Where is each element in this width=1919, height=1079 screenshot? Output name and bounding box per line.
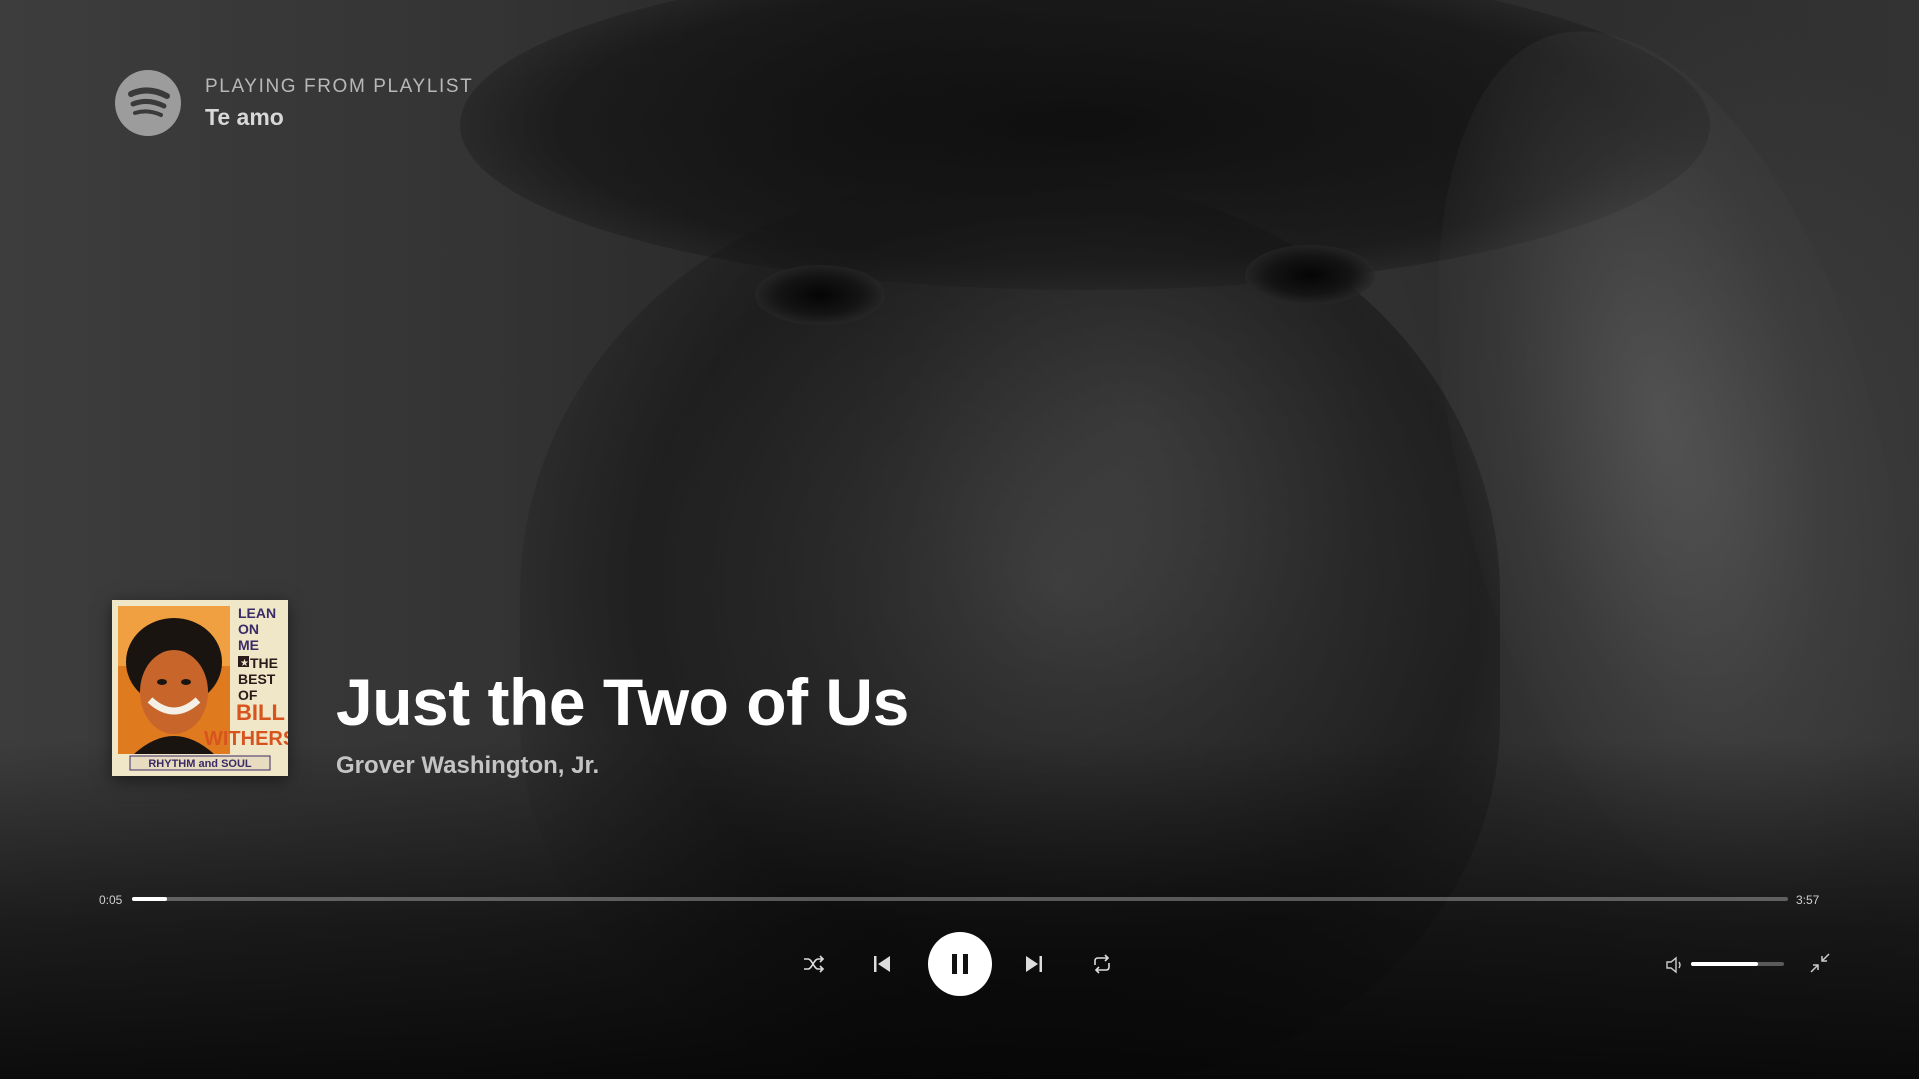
volume-fill — [1691, 962, 1758, 966]
track-title[interactable]: Just the Two of Us — [336, 664, 909, 740]
volume-button[interactable] — [1664, 954, 1686, 976]
repeat-icon — [1094, 954, 1110, 974]
previous-button[interactable] — [868, 950, 896, 978]
svg-text:THE: THE — [250, 655, 278, 671]
next-button[interactable] — [1020, 950, 1048, 978]
svg-text:★: ★ — [240, 658, 249, 669]
pause-icon — [952, 954, 968, 974]
background-artist-photo-eye — [755, 265, 885, 325]
progress-fill — [132, 897, 167, 901]
shuffle-icon — [804, 955, 825, 973]
spotify-logo-icon — [115, 70, 181, 136]
fullscreen-player: PLAYING FROM PLAYLIST Te amo LEAN ON ME … — [0, 0, 1919, 1079]
svg-text:BILL: BILL — [236, 700, 285, 725]
progress-bar[interactable] — [132, 897, 1788, 901]
svg-text:ME: ME — [238, 637, 259, 653]
playing-context: PLAYING FROM PLAYLIST Te amo — [115, 70, 473, 136]
pause-button[interactable] — [928, 932, 992, 996]
repeat-button[interactable] — [1088, 950, 1116, 978]
context-label: PLAYING FROM PLAYLIST — [205, 75, 474, 97]
shuffle-button[interactable] — [800, 950, 828, 978]
exit-fullscreen-button[interactable] — [1808, 951, 1832, 975]
svg-text:WITHERS: WITHERS — [204, 728, 288, 750]
track-artist[interactable]: Grover Washington, Jr. — [336, 752, 599, 780]
svg-text:RHYTHM and SOUL: RHYTHM and SOUL — [148, 758, 252, 770]
elapsed-time: 0:05 — [99, 893, 123, 907]
album-cover[interactable]: LEAN ON ME THE BEST OF ★ BILL WITHERS RH… — [112, 600, 288, 776]
skip-back-icon — [874, 956, 890, 972]
playlist-name[interactable]: Te amo — [205, 104, 473, 131]
total-time: 3:57 — [1796, 893, 1820, 907]
skip-forward-icon — [1026, 956, 1042, 972]
bottom-gradient — [0, 739, 1919, 1079]
svg-text:ON: ON — [238, 621, 259, 637]
svg-text:BEST: BEST — [238, 671, 276, 687]
playback-controls — [790, 932, 1130, 996]
speaker-icon — [1666, 956, 1681, 974]
exit-fullscreen-icon — [1810, 953, 1830, 973]
volume-slider[interactable] — [1691, 962, 1784, 966]
background-artist-photo-eye — [1245, 245, 1375, 305]
svg-text:LEAN: LEAN — [238, 605, 276, 621]
